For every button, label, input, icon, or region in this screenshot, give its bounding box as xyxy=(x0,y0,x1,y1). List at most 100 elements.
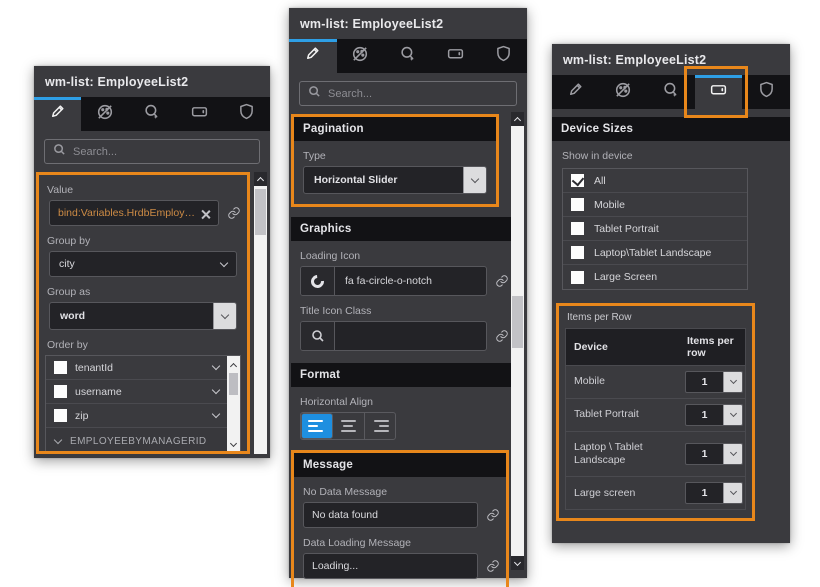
data-loading-message-input[interactable]: Loading... xyxy=(303,553,478,579)
expandable-group-row[interactable]: EMPLOYEEBYMANAGERID xyxy=(46,428,227,454)
chevron-down-icon xyxy=(221,310,229,318)
device-option-row[interactable]: Tablet Portrait xyxy=(563,217,747,241)
property-search[interactable] xyxy=(44,139,260,164)
chevron-down-icon[interactable] xyxy=(212,362,220,370)
pencil-icon xyxy=(49,103,66,125)
checkbox-checked[interactable] xyxy=(571,174,584,187)
tab-advanced-search[interactable] xyxy=(128,97,175,131)
value-input[interactable]: bind:Variables.HrdbEmployeeData1.dat xyxy=(49,200,219,226)
checkbox-unchecked[interactable] xyxy=(571,222,584,235)
tab-properties[interactable] xyxy=(34,97,81,131)
items-per-row-select[interactable]: 1 xyxy=(685,443,743,465)
checkbox-unchecked[interactable] xyxy=(571,246,584,259)
checkbox-unchecked[interactable] xyxy=(571,198,584,211)
tab-styles[interactable] xyxy=(600,75,648,109)
search-input[interactable] xyxy=(73,146,251,158)
no-data-message-value: No data found xyxy=(312,509,378,521)
search-input[interactable] xyxy=(328,88,508,100)
device-cell: Tablet Portrait xyxy=(566,399,683,430)
bind-link-icon[interactable] xyxy=(495,329,509,343)
dropdown-button[interactable] xyxy=(723,372,742,392)
tab-device[interactable] xyxy=(695,75,743,109)
tab-properties[interactable] xyxy=(552,75,600,109)
scrollbar-track[interactable] xyxy=(511,126,524,556)
no-data-message-label: No Data Message xyxy=(303,486,497,498)
dropdown-button[interactable] xyxy=(213,303,236,329)
tab-advanced-search[interactable] xyxy=(384,39,432,73)
scroll-up-button[interactable] xyxy=(511,112,524,126)
device-option-row[interactable]: Mobile xyxy=(563,193,747,217)
dropdown-button[interactable] xyxy=(463,167,486,193)
checkbox-unchecked[interactable] xyxy=(54,385,67,398)
group-as-select[interactable]: word xyxy=(49,302,237,330)
bind-link-icon[interactable] xyxy=(486,508,500,522)
property-search[interactable] xyxy=(299,81,517,106)
device-option-row[interactable]: Laptop\Tablet Landscape xyxy=(563,241,747,265)
checkbox-unchecked[interactable] xyxy=(571,271,584,284)
pagination-type-select[interactable]: Horizontal Slider xyxy=(303,166,487,194)
items-per-row-select[interactable]: 1 xyxy=(685,404,743,426)
clear-binding-icon[interactable] xyxy=(201,209,210,218)
items-per-row-select[interactable]: 1 xyxy=(685,371,743,393)
group-by-select[interactable]: city xyxy=(49,251,237,277)
table-row: Tablet Portrait 1 xyxy=(566,399,745,432)
chevron-down-icon[interactable] xyxy=(212,410,220,418)
device-icon xyxy=(709,80,728,104)
checkbox-unchecked[interactable] xyxy=(54,409,67,422)
bind-link-icon[interactable] xyxy=(486,559,500,573)
no-data-message-input[interactable]: No data found xyxy=(303,502,478,528)
device-option-label: Mobile xyxy=(594,199,625,211)
order-by-label: Order by xyxy=(47,339,232,351)
tab-bar xyxy=(34,97,270,131)
scroll-down-button[interactable] xyxy=(511,556,524,570)
scroll-up-icon[interactable] xyxy=(230,363,237,370)
section-header-graphics: Graphics xyxy=(291,217,511,241)
scroll-down-icon[interactable] xyxy=(230,440,237,447)
dropdown-button[interactable] xyxy=(723,483,742,503)
items-value: 1 xyxy=(686,444,723,464)
chevron-down-icon xyxy=(220,258,228,266)
tab-security[interactable] xyxy=(479,39,527,73)
dropdown-button[interactable] xyxy=(723,405,742,425)
order-field-row[interactable]: zip xyxy=(46,404,227,428)
scroll-up-button[interactable] xyxy=(254,172,267,186)
palette-icon xyxy=(351,45,369,68)
tab-styles[interactable] xyxy=(81,97,128,131)
tab-security[interactable] xyxy=(223,97,270,131)
properties-panel: wm-list: EmployeeList2 Value xyxy=(34,66,270,458)
checkbox-unchecked[interactable] xyxy=(54,361,67,374)
panel-scrollbar[interactable] xyxy=(254,172,267,454)
title-icon-class-input[interactable] xyxy=(300,321,487,351)
chevron-down-icon[interactable] xyxy=(212,386,220,394)
device-option-row[interactable]: Large Screen xyxy=(563,265,747,289)
search-icon xyxy=(301,322,335,350)
dropdown-button[interactable] xyxy=(723,444,742,464)
tab-advanced-search[interactable] xyxy=(647,75,695,109)
panel-scrollbar[interactable] xyxy=(511,112,524,570)
tab-properties[interactable] xyxy=(289,39,337,73)
scrollbar-thumb[interactable] xyxy=(512,296,523,348)
scrollbar-thumb[interactable] xyxy=(229,373,238,395)
bind-link-icon[interactable] xyxy=(495,274,509,288)
tab-device[interactable] xyxy=(432,39,480,73)
align-right-button[interactable] xyxy=(365,413,395,439)
align-center-button[interactable] xyxy=(333,413,364,439)
tab-security[interactable] xyxy=(742,75,790,109)
tab-styles[interactable] xyxy=(337,39,385,73)
scrollbar-track[interactable] xyxy=(254,186,267,454)
items-per-row-select[interactable]: 1 xyxy=(685,482,743,504)
scrollbar-thumb[interactable] xyxy=(255,189,266,235)
device-option-row[interactable]: All xyxy=(563,169,747,193)
palette-icon xyxy=(96,103,114,126)
list-scrollbar[interactable] xyxy=(227,356,240,454)
group-as-label: Group as xyxy=(47,286,232,298)
group-as-value: word xyxy=(50,303,213,329)
order-field-row[interactable]: username xyxy=(46,380,227,404)
loading-icon-input[interactable]: fa fa-circle-o-notch xyxy=(300,266,487,296)
section-header-format: Format xyxy=(291,363,511,387)
bind-link-icon[interactable] xyxy=(227,206,241,220)
tab-bar xyxy=(289,39,527,73)
align-left-button[interactable] xyxy=(301,413,333,439)
order-field-row[interactable]: tenantId xyxy=(46,356,227,380)
tab-device[interactable] xyxy=(176,97,223,131)
